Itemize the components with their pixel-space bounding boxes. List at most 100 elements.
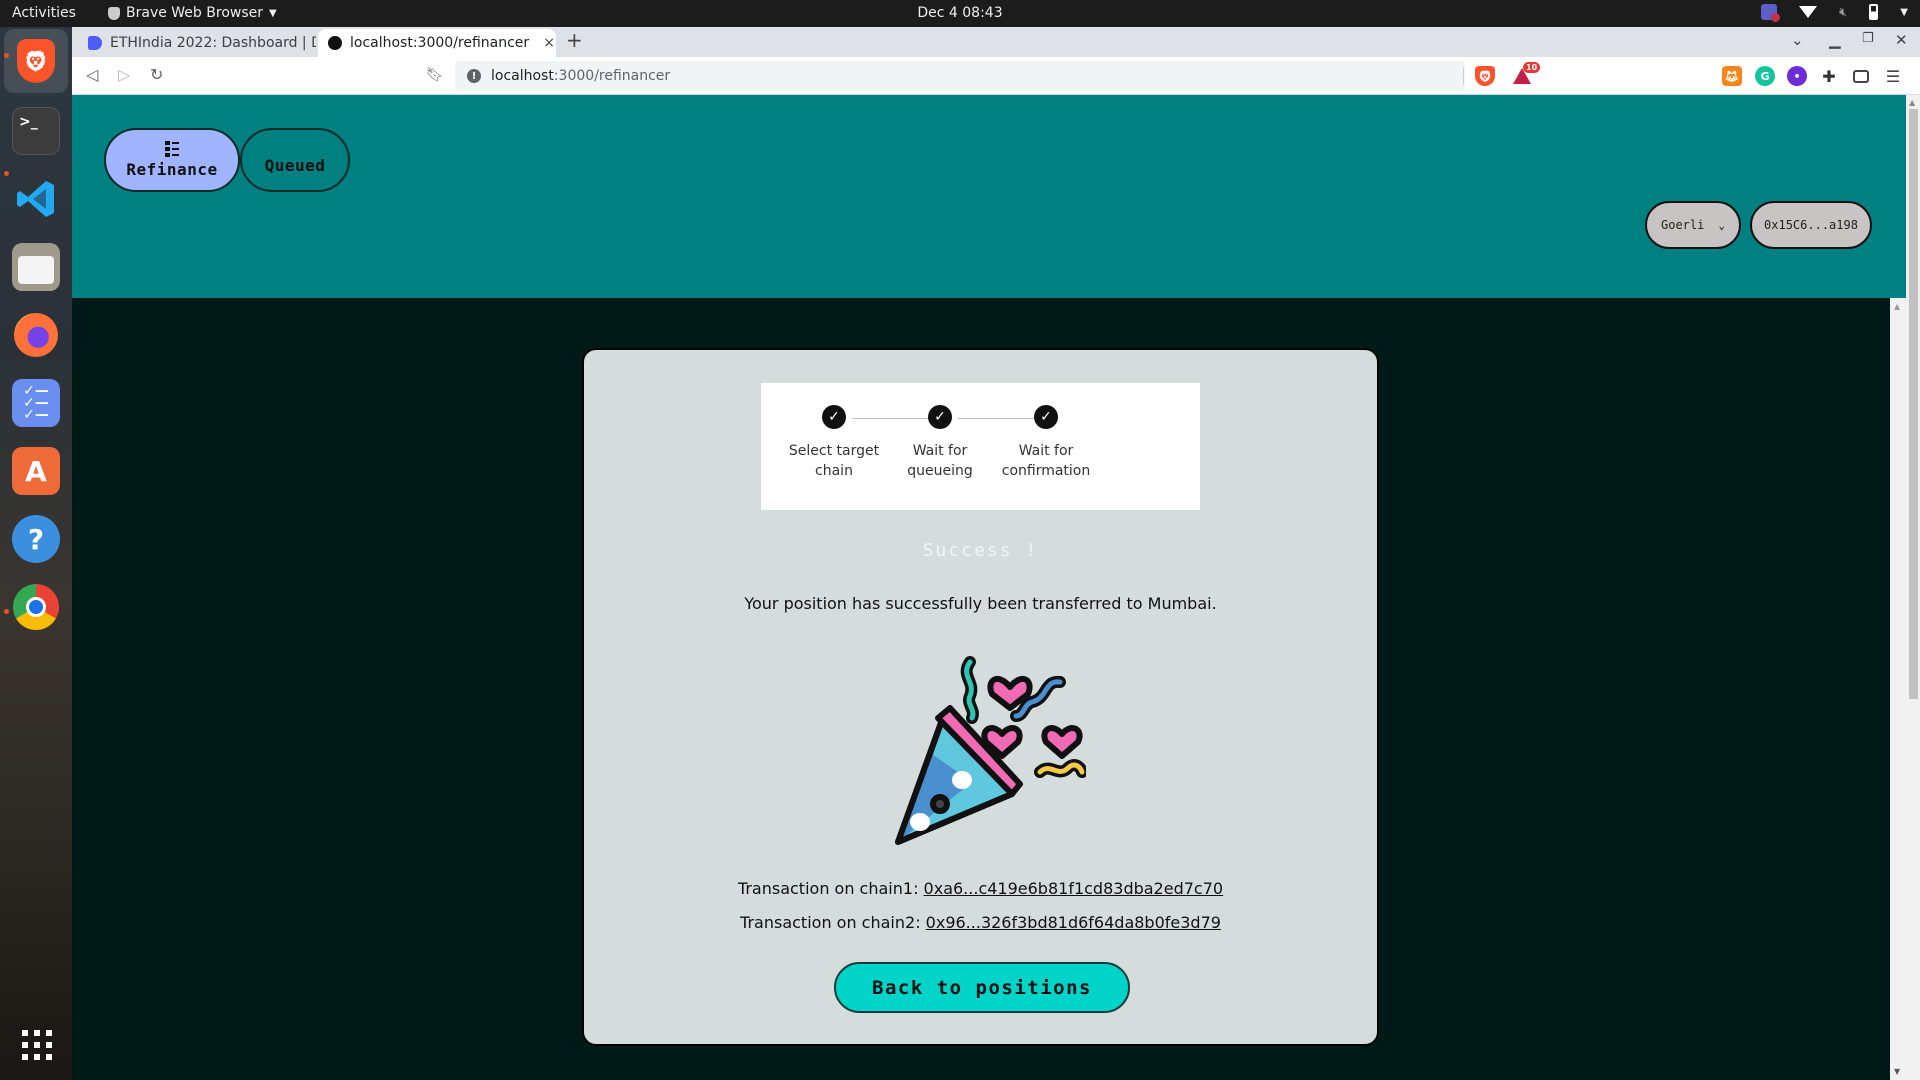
- step-label: chain: [815, 463, 853, 479]
- terminal-icon: >_: [19, 114, 38, 130]
- content-scrollbar[interactable]: ▲ ▼: [1890, 298, 1906, 1080]
- teams-notification-icon[interactable]: [1761, 4, 1781, 22]
- step-label: queueing: [907, 463, 973, 479]
- activities-button[interactable]: Activities: [12, 5, 76, 21]
- nav-refinance-label: Refinance: [126, 160, 218, 179]
- scroll-up-icon[interactable]: ▲: [1909, 98, 1915, 107]
- step-wait-for-confirmation: ✓ Wait for confirmation: [986, 405, 1106, 481]
- divider: [1463, 67, 1464, 85]
- party-popper-icon: [895, 656, 1086, 845]
- dock-item-help[interactable]: ?: [12, 515, 60, 563]
- check-icon: ✓: [822, 405, 846, 429]
- show-apps-icon[interactable]: [22, 1030, 52, 1060]
- wallet-icon[interactable]: [1851, 66, 1871, 86]
- running-dot: [4, 171, 9, 176]
- brave-small-icon: [108, 6, 120, 20]
- step-select-target-chain: ✓ Select target chain: [774, 405, 894, 481]
- nav-refinance-button[interactable]: Refinance: [104, 128, 240, 192]
- battery-icon[interactable]: [1869, 4, 1879, 20]
- site-info-icon[interactable]: !: [467, 69, 481, 83]
- running-dot: [4, 53, 9, 58]
- transaction-label: Transaction on chain2:: [740, 913, 926, 932]
- dock-item-files[interactable]: [12, 243, 60, 291]
- scroll-up-icon[interactable]: ▲: [1894, 302, 1900, 311]
- scroll-down-icon[interactable]: ▼: [1894, 1067, 1900, 1076]
- app-header: Refinance Queued Goerli ⌄ 0x15C6...a198: [72, 95, 1906, 298]
- restore-icon[interactable]: ❐: [1862, 31, 1874, 46]
- tab-title: localhost:3000/refinancer: [350, 35, 530, 51]
- brave-rewards-icon[interactable]: 10: [1512, 62, 1541, 86]
- menu-icon[interactable]: ☰: [1883, 66, 1903, 86]
- app-store-icon: A: [25, 454, 47, 488]
- success-message: Your position has successfully been tran…: [744, 594, 1217, 613]
- grammarly-icon[interactable]: G: [1755, 66, 1775, 86]
- wifi-icon[interactable]: [1799, 6, 1818, 18]
- transaction-hash-link[interactable]: 0x96...326f3bd81d6f64da8b0fe3d79: [926, 913, 1221, 932]
- dock-item-firefox[interactable]: [12, 311, 60, 359]
- extension-ghost-icon[interactable]: •: [1787, 66, 1807, 86]
- close-window-icon[interactable]: ✕: [1895, 31, 1908, 49]
- volume-muted-icon[interactable]: 🔇︎: [1839, 5, 1847, 20]
- dock-item-terminal[interactable]: >_: [12, 107, 60, 155]
- new-tab-button[interactable]: +: [566, 28, 583, 52]
- progress-stepper: ✓ Select target chain ✓ Wait for queueing …: [761, 383, 1200, 510]
- transaction-label: Transaction on chain1:: [737, 879, 924, 898]
- nav-queued-button[interactable]: Queued: [240, 128, 350, 192]
- tab-title: ETHIndia 2022: Dashboard | D: [110, 35, 316, 51]
- extensions-puzzle-icon[interactable]: ✚: [1819, 66, 1839, 86]
- dock-item-software[interactable]: A: [12, 447, 60, 495]
- metamask-icon[interactable]: 🦊︎: [1722, 66, 1742, 86]
- system-tray[interactable]: 🔇︎ ▼: [1761, 4, 1908, 22]
- checklist-icon: ✓— ✓— ✓—: [23, 383, 49, 423]
- minimize-icon[interactable]: ▁: [1829, 31, 1841, 49]
- browser-toolbar: ◁ ▷ ↻ 🔖︎ ! localhost:3000/refinancer 🦁︎ …: [72, 57, 1920, 95]
- address-bar[interactable]: ! localhost:3000/refinancer: [455, 61, 1465, 91]
- dock-item-brave[interactable]: 🦁︎: [12, 37, 60, 85]
- transaction-chain2: Transaction on chain2: 0x96...326f3bd81d…: [584, 913, 1377, 932]
- dock-item-chrome[interactable]: [12, 583, 60, 631]
- chevron-down-icon: ⌄: [1718, 218, 1725, 232]
- check-icon: ✓: [1034, 405, 1058, 429]
- back-to-positions-button[interactable]: Back to positions: [834, 962, 1130, 1013]
- step-label: confirmation: [1001, 463, 1091, 479]
- folder-icon: [18, 256, 54, 284]
- clock[interactable]: Dec 4 08:43: [917, 5, 1002, 21]
- firefox-icon: [14, 313, 58, 357]
- dock-item-tasks[interactable]: ✓— ✓— ✓—: [12, 379, 60, 427]
- tab-search-chevron-icon[interactable]: ⌄: [1791, 31, 1804, 49]
- brave-shields-icon[interactable]: 🦁︎: [1475, 66, 1495, 86]
- scrollbar-thumb[interactable]: [1909, 109, 1918, 699]
- refinance-result-card: ✓ Select target chain ✓ Wait for queueing …: [582, 348, 1379, 1046]
- transaction-hash-link[interactable]: 0xa6...c419e6b81f1cd83dba2ed7c70: [924, 879, 1224, 898]
- network-select-value: Goerli: [1661, 218, 1705, 232]
- tab-refinancer[interactable]: localhost:3000/refinancer ×: [318, 29, 556, 57]
- dock-item-vscode[interactable]: [12, 175, 60, 223]
- system-menu-chevron-icon[interactable]: ▼: [1900, 7, 1908, 18]
- os-top-bar: Activities Brave Web Browser ▼ Dec 4 08:…: [0, 0, 1920, 27]
- page-scrollbar[interactable]: ▲: [1906, 95, 1920, 1080]
- devfolio-favicon-icon: [88, 36, 102, 50]
- url-path: :3000/refinancer: [553, 68, 671, 84]
- chrome-icon: [13, 584, 59, 630]
- app-menu[interactable]: Brave Web Browser ▼: [108, 5, 277, 21]
- back-icon[interactable]: ◁: [86, 65, 98, 84]
- app-menu-label: Brave Web Browser: [126, 5, 263, 21]
- caret-down-icon: ▼: [269, 7, 277, 19]
- help-icon: ?: [27, 522, 45, 556]
- page-favicon-icon: [328, 36, 342, 50]
- network-select[interactable]: Goerli ⌄: [1645, 201, 1741, 249]
- wallet-address-button[interactable]: 0x15C6...a198: [1750, 201, 1872, 249]
- bookmark-icon[interactable]: 🔖︎: [426, 67, 444, 83]
- wallet-address: 0x15C6...a198: [1764, 218, 1858, 232]
- vscode-icon: [17, 181, 54, 217]
- reload-icon[interactable]: ↻: [150, 65, 163, 84]
- dock: 🦁︎ >_ ✓— ✓— ✓— A ?: [0, 27, 72, 1080]
- url-host: localhost: [491, 68, 554, 84]
- list-icon: [165, 141, 179, 157]
- close-tab-icon[interactable]: ×: [543, 35, 555, 51]
- forward-icon[interactable]: ▷: [118, 65, 130, 84]
- nav-queued-label: Queued: [264, 155, 326, 175]
- tab-ethindia[interactable]: ETHIndia 2022: Dashboard | D: [78, 29, 316, 57]
- check-icon: ✓: [928, 405, 952, 429]
- step-label: Select target: [788, 443, 880, 459]
